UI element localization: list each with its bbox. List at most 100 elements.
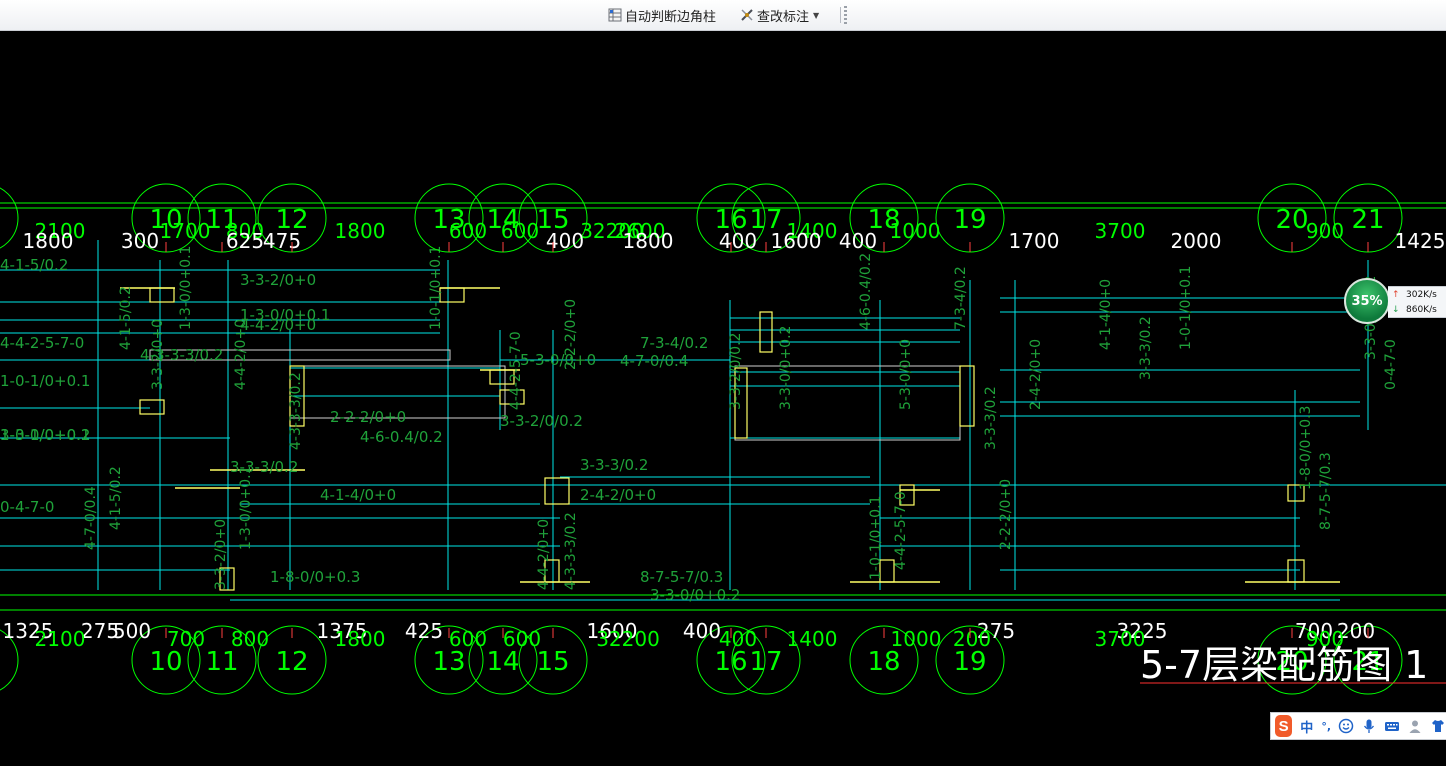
- beam-annotation-vertical: 2-2-2/0+0: [563, 299, 579, 370]
- column-mark: [544, 477, 570, 505]
- dimension-text: 2000: [1171, 229, 1222, 253]
- beam-annotation-vertical: 4-1-5/0.2: [118, 286, 134, 350]
- download-speed: 860K/s: [1406, 304, 1437, 315]
- axis-label: 19: [953, 205, 986, 235]
- beam-annotation-vertical: 1-8-0/0+0.3: [1298, 406, 1314, 490]
- beam-annotation-vertical: 3-3-2/0+0: [213, 519, 229, 590]
- dimension-text: 3700: [1095, 219, 1146, 243]
- beam-annotation-vertical: 4-1-5/0.2: [108, 466, 124, 530]
- beam-annotation: 3-3-3/0.2: [580, 456, 648, 474]
- axis-label: 12: [275, 647, 308, 677]
- upload-speed-row: ↑ 302K/s: [1388, 287, 1446, 302]
- dimension-text: 1425: [1395, 229, 1446, 253]
- beam-annotation: 5-3-0/0+0: [520, 351, 596, 369]
- axis-label: 17: [749, 647, 782, 677]
- dimension-text: 500: [113, 619, 151, 643]
- beam-annotation: 4-7-0/0.4: [620, 352, 688, 370]
- dimension-text: 1800: [623, 229, 674, 253]
- dimension-text: 400: [683, 619, 721, 643]
- arrow-up-icon: ↑: [1392, 289, 1400, 300]
- network-speed-panel: ↑ 302K/s ↓ 860K/s: [1388, 286, 1446, 318]
- dimension-text: 1800: [23, 229, 74, 253]
- dimension-text: 400: [546, 229, 584, 253]
- check-annotation-button[interactable]: 查改标注 ▼: [740, 5, 819, 25]
- axis-circle: [0, 187, 19, 249]
- keyboard-icon[interactable]: [1384, 718, 1400, 734]
- dimension-text: 32200: [596, 627, 660, 651]
- cad-drawing-canvas[interactable]: 4-1-5/0.23-3-2/0+01-3-0/0+0.14-4-2/0+04-…: [0, 30, 1446, 766]
- axis-label: 15: [536, 647, 569, 677]
- beam-annotation-vertical: 7-3-4/0.2: [953, 266, 969, 330]
- dimension-text: 475: [263, 229, 301, 253]
- beam-annotation: 4-1-5/0.2: [0, 256, 68, 274]
- beam-annotation-vertical: 4-4-2-5-7-0: [893, 491, 909, 570]
- dimension-text: 1800: [335, 219, 386, 243]
- dimension-text: 400: [839, 229, 877, 253]
- beam-annotation: 2-4-2/0+0: [580, 486, 656, 504]
- beam-annotation: 4-1-4/0+0: [320, 486, 396, 504]
- auto-judge-corner-column-label: 自动判断边角柱: [625, 9, 717, 25]
- beam-annotation-vertical: 3-3-3/0.2: [983, 386, 999, 450]
- beam-annotation: 1-0-1/0+0.1: [0, 426, 90, 444]
- column-mark: [959, 365, 975, 427]
- arrow-down-icon: ↓: [1392, 304, 1400, 315]
- microphone-icon[interactable]: [1361, 718, 1377, 734]
- user-icon[interactable]: [1407, 718, 1423, 734]
- beam-annotation: 3-3-2/0+0: [240, 271, 316, 289]
- axis-label: 13: [432, 647, 465, 677]
- dimension-text: 600: [449, 219, 487, 243]
- beam-annotation-vertical: 4-3-3-3/0.2: [288, 372, 304, 450]
- emoji-icon[interactable]: [1338, 718, 1354, 734]
- dimension-text: 900: [1306, 219, 1344, 243]
- dimension-text: 1700: [1009, 229, 1060, 253]
- axis-label: 18: [867, 647, 900, 677]
- dimension-text: 1700: [160, 219, 211, 243]
- column-mark: [149, 287, 175, 303]
- beam-annotation-vertical: 2-2-2/0+0: [998, 479, 1014, 550]
- toolbar-separator: [840, 7, 841, 23]
- axis-label: 11: [205, 647, 238, 677]
- dimension-text: 700: [167, 627, 205, 651]
- axis-label: 14: [486, 647, 519, 677]
- beam-annotation: 1-8-0/0+0.3: [270, 568, 360, 586]
- dimension-text: 3700: [1095, 627, 1146, 651]
- column-mark: [1287, 559, 1305, 583]
- dimension-text: 1400: [787, 627, 838, 651]
- beam-annotation-vertical: 1-3-0/0+0.1: [178, 246, 194, 330]
- beam-annotation-layer: 4-1-5/0.23-3-2/0+01-3-0/0+0.14-4-2/0+04-…: [0, 246, 1399, 604]
- cad-toolbar: 自动判断边角柱 查改标注 ▼: [0, 0, 1446, 31]
- dimension-text: 1600: [771, 229, 822, 253]
- beam-annotation-vertical: 4-4-2-5-7-0: [508, 331, 524, 410]
- upload-speed: 302K/s: [1406, 289, 1437, 300]
- network-usage-percent[interactable]: 35%: [1344, 278, 1390, 324]
- axis-label: 19: [953, 647, 986, 677]
- auto-judge-corner-column-button[interactable]: 自动判断边角柱: [608, 5, 716, 25]
- dimension-text: 1000: [891, 627, 942, 651]
- axis-label: 10: [149, 647, 182, 677]
- dimension-text: 2100: [35, 627, 86, 651]
- sogou-logo-icon[interactable]: S: [1275, 715, 1293, 737]
- dimension-text: 600: [501, 219, 539, 243]
- beam-annotation-vertical: 3-3-0/0+0.2: [778, 326, 794, 410]
- ime-mode-chinese[interactable]: 中: [1300, 717, 1313, 736]
- chevron-down-icon[interactable]: ▼: [813, 11, 819, 20]
- beam-annotation-vertical: 1-0-1/0+0.1: [428, 246, 444, 330]
- beam-annotation-vertical: 3-3-3/0.2: [1138, 316, 1154, 380]
- shirt-icon[interactable]: [1430, 718, 1446, 734]
- beam-annotation-vertical: 4-7-0/0.4: [83, 486, 99, 550]
- beam-annotation: 4-4-2-5-7-0: [0, 334, 84, 352]
- beam-annotation-vertical: 3-3-2/0+0: [150, 319, 166, 390]
- beam-annotation: 2-2-2/0+0: [330, 408, 406, 426]
- dimension-text: 1000: [890, 219, 941, 243]
- beam-annotation-vertical: 1-0-1/0+0.1: [868, 496, 884, 580]
- beam-annotation-vertical: 2-4-2/0+0: [1028, 339, 1044, 410]
- axis-label: 20: [1275, 205, 1308, 235]
- ime-punctuation-toggle[interactable]: °,: [1321, 720, 1331, 733]
- drawing-title: 5-7层梁配筋图 1: [1140, 643, 1428, 687]
- edit-annotation-icon: [740, 8, 754, 22]
- network-monitor-widget[interactable]: 35% ↑ 302K/s ↓ 860K/s: [1344, 278, 1446, 324]
- dimension-text: 400: [719, 627, 757, 651]
- beam-annotation: 7-3-4/0.2: [640, 334, 708, 352]
- toolbar-grip[interactable]: [844, 6, 847, 24]
- dimension-text: 600: [449, 627, 487, 651]
